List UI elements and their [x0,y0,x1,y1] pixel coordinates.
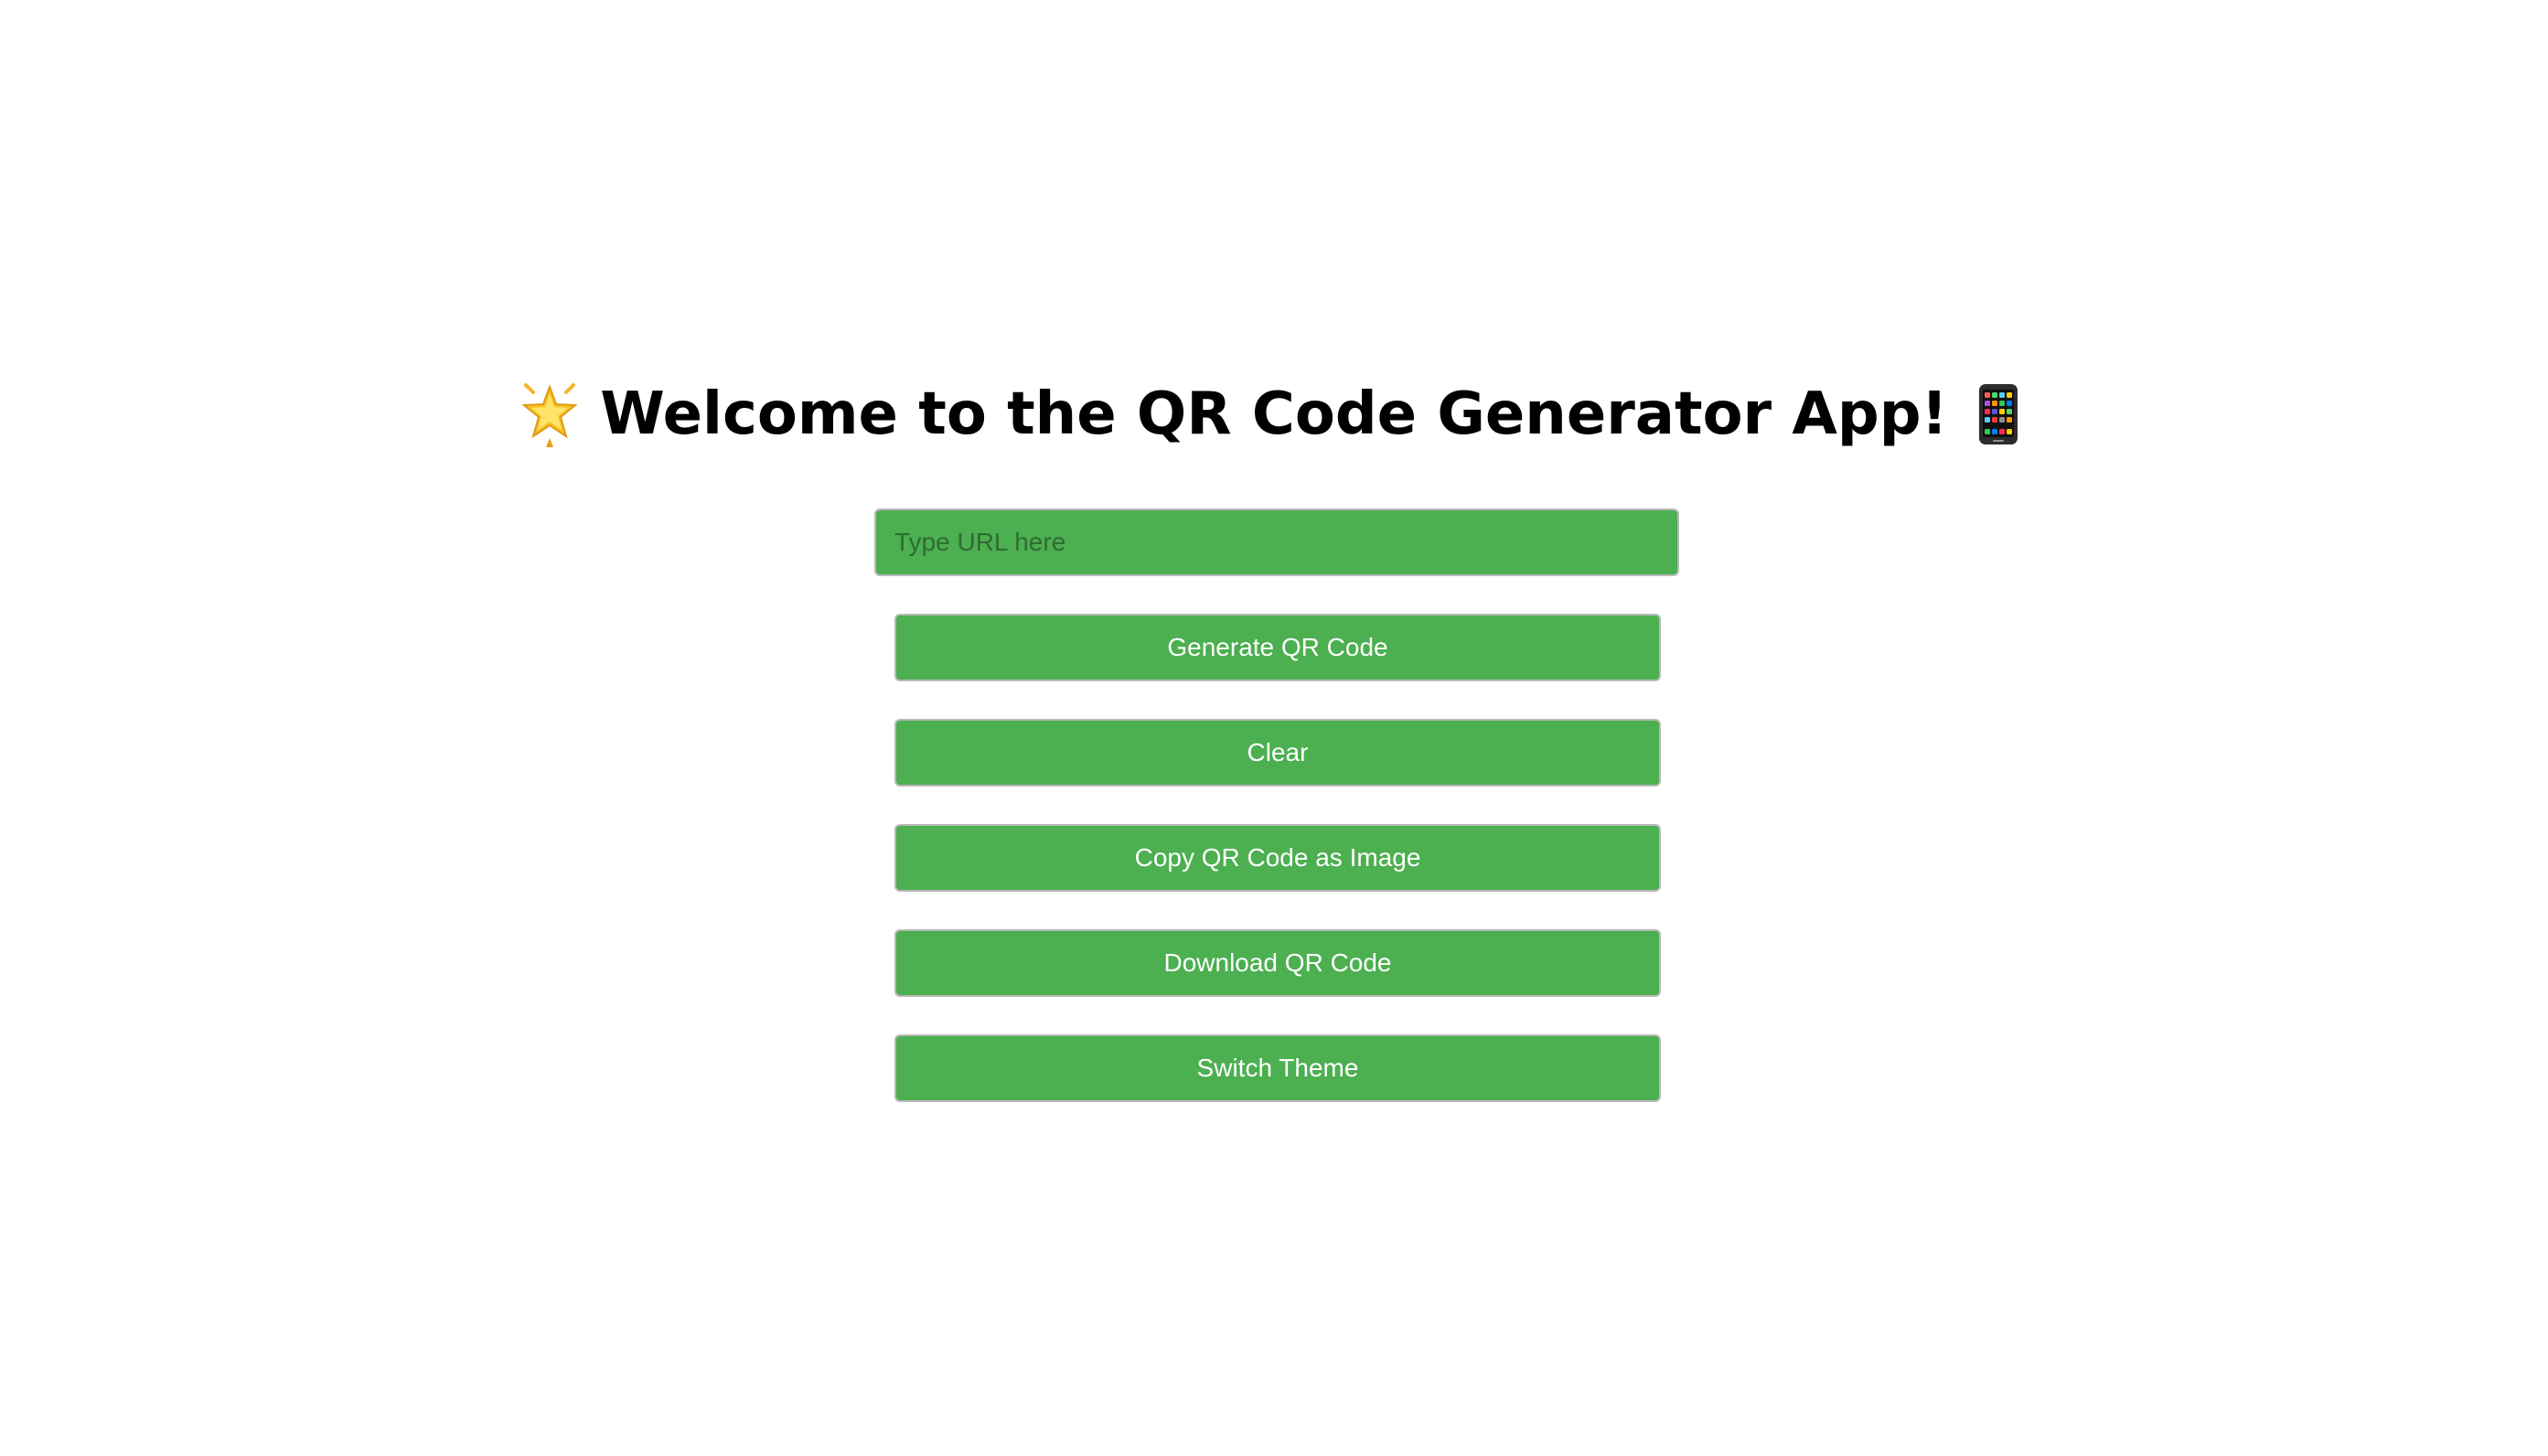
page-title: Welcome to the QR Code Generator App! [0,373,2548,455]
generate-qr-code-button-label: Generate QR Code [1167,633,1388,661]
switch-theme-button-label: Switch Theme [1196,1054,1359,1082]
download-qr-code-button-label: Download QR Code [1163,948,1392,977]
glowing-star-icon [518,378,582,451]
switch-theme-button[interactable]: Switch Theme [894,1034,1661,1102]
copy-qr-code-as-image-button-label: Copy QR Code as Image [1134,843,1421,872]
mobile-phone-icon [1966,378,2030,451]
clear-button[interactable]: Clear [894,719,1661,787]
copy-qr-code-as-image-button[interactable]: Copy QR Code as Image [894,824,1661,892]
app-container: Welcome to the QR Code Generator App! Ty… [0,0,2548,1456]
url-input[interactable] [874,509,1679,576]
clear-button-label: Clear [1247,738,1309,766]
generate-qr-code-button[interactable]: Generate QR Code [894,614,1661,681]
download-qr-code-button[interactable]: Download QR Code [894,929,1661,997]
page-title-text: Welcome to the QR Code Generator App! [600,380,1948,448]
